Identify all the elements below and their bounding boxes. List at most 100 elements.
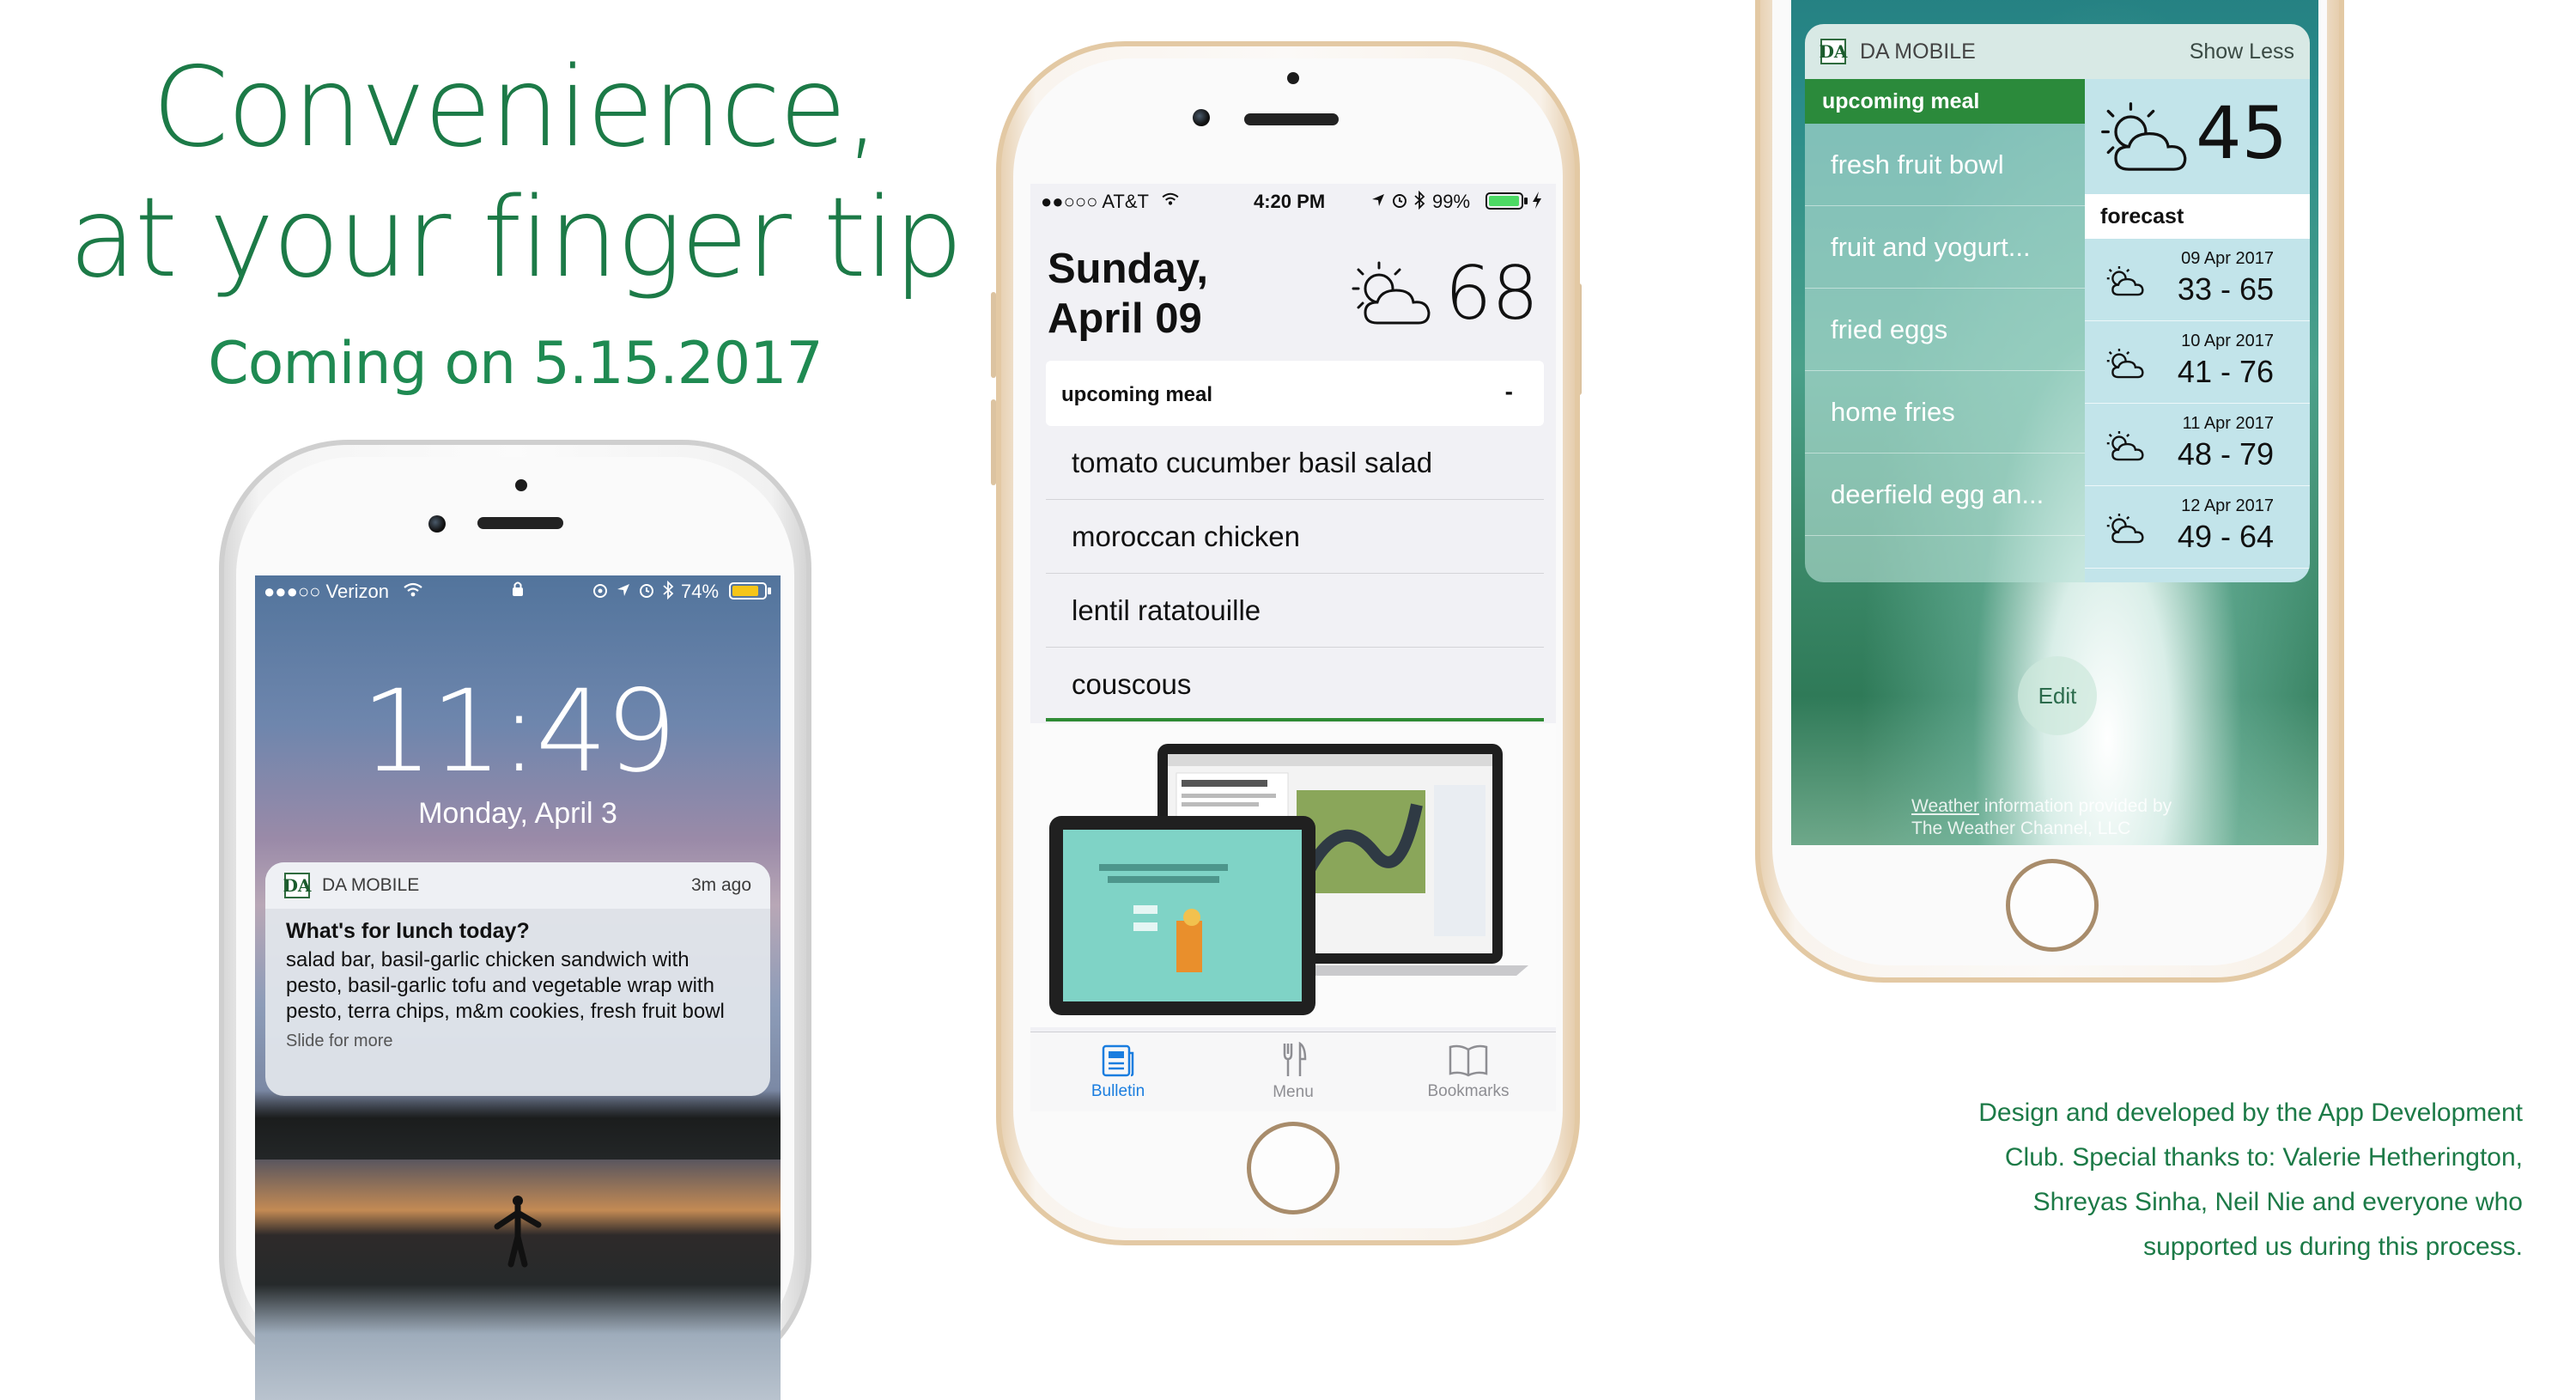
weather-link[interactable]: Weather bbox=[1911, 796, 1979, 816]
slide-for-more-hint: Slide for more bbox=[286, 1032, 393, 1050]
carrier-label: ●●○○○ AT&T bbox=[1041, 191, 1149, 212]
date-day: April 09 bbox=[1048, 295, 1202, 342]
lockscreen-screen: ●●●○○ Verizon 74% 11:49 Monday, April 3 … bbox=[255, 575, 781, 1400]
meal-list: tomato cucumber basil salad moroccan chi… bbox=[1046, 426, 1544, 721]
list-item[interactable]: tomato cucumber basil salad bbox=[1046, 426, 1544, 500]
phone-lockscreen: ●●●○○ Verizon 74% 11:49 Monday, April 3 … bbox=[219, 440, 811, 1400]
launch-date: Coming on 5.15.2017 bbox=[208, 330, 823, 398]
notification-body: salad bar, basil-garlic chicken sandwich… bbox=[286, 948, 725, 1023]
front-camera-icon bbox=[515, 479, 527, 491]
status-bar: ●●●○○ Verizon 74% bbox=[255, 575, 781, 610]
battery-icon bbox=[1485, 192, 1528, 210]
tab-bulletin-label: Bulletin bbox=[1091, 1082, 1145, 1100]
location-icon bbox=[1372, 194, 1384, 206]
weather-credit: Weather information provided by The Weat… bbox=[1911, 795, 2172, 840]
current-temperature: 68 bbox=[1444, 251, 1539, 337]
tab-bar: Bulletin Menu Bookmarks bbox=[1030, 1032, 1556, 1111]
upcoming-meal-label: upcoming meal bbox=[1061, 383, 1213, 406]
headline-line-2: at your finger tip bbox=[69, 174, 963, 302]
bulletin-icon bbox=[1102, 1044, 1134, 1077]
da-mobile-widget: DA DA MOBILE Show Less upcoming meal fre… bbox=[1805, 24, 2310, 582]
battery-percent: 74% bbox=[681, 581, 720, 602]
headline: Convenience, at your finger tip Coming o… bbox=[52, 43, 979, 398]
notification-app-name: DA MOBILE bbox=[322, 875, 420, 895]
date-weekday: Sunday, bbox=[1048, 246, 1208, 292]
collapse-button[interactable]: - bbox=[1505, 378, 1513, 405]
carrier-label: ●●●○○ Verizon bbox=[264, 581, 389, 602]
list-item[interactable]: fruit and yogurt... bbox=[1805, 206, 2085, 289]
tab-menu[interactable]: Menu bbox=[1206, 1032, 1381, 1111]
list-item[interactable]: fried eggs bbox=[1805, 289, 2085, 371]
widget-upcoming-meal-label: upcoming meal bbox=[1805, 79, 2085, 124]
list-item[interactable]: deerfield egg an... bbox=[1805, 453, 2085, 536]
widget-app-name: DA MOBILE bbox=[1860, 39, 1976, 64]
partly-cloudy-icon bbox=[2106, 513, 2144, 544]
partly-cloudy-icon bbox=[2106, 265, 2144, 296]
front-camera-icon bbox=[1287, 72, 1299, 84]
charging-icon bbox=[1533, 192, 1541, 209]
tab-bookmarks-label: Bookmarks bbox=[1427, 1082, 1510, 1100]
partly-cloudy-icon bbox=[1352, 261, 1431, 325]
list-item[interactable]: home fries bbox=[1805, 371, 2085, 453]
battery-percent: 99% bbox=[1432, 191, 1471, 212]
lunch-notification[interactable]: DA DA MOBILE 3m ago What's for lunch tod… bbox=[265, 862, 770, 1096]
tab-bulletin[interactable]: Bulletin bbox=[1030, 1032, 1206, 1111]
status-time: 4:20 PM bbox=[1254, 191, 1326, 212]
weather-credit-line-1: information provided by bbox=[1979, 796, 2172, 816]
widget-weather-panel: 45 forecast 09 Apr 2017 33 - 65 10 Apr 2… bbox=[2085, 79, 2310, 582]
status-bar: ●●○○○ AT&T 4:20 PM 99% bbox=[1030, 184, 1556, 216]
forecast-date: 12 Apr 2017 bbox=[2181, 496, 2274, 515]
notification-header: DA DA MOBILE 3m ago bbox=[265, 862, 770, 909]
bluetooth-icon bbox=[663, 581, 674, 600]
lock-date: Monday, April 3 bbox=[418, 797, 617, 830]
list-item[interactable]: fresh fruit bowl bbox=[1805, 124, 2085, 206]
bluetooth-icon bbox=[1414, 191, 1425, 210]
notification-title: What's for lunch today? bbox=[286, 919, 530, 943]
wifi-icon bbox=[404, 582, 422, 597]
date-heading: Sunday, April 09 bbox=[1048, 244, 1208, 344]
forecast-range: 49 - 64 bbox=[2177, 519, 2274, 554]
list-item[interactable]: couscous bbox=[1046, 648, 1544, 721]
upcoming-meal-header[interactable]: upcoming meal - bbox=[1046, 361, 1544, 426]
forecast-header: forecast bbox=[2085, 194, 2310, 239]
alarm-icon bbox=[640, 584, 653, 598]
lock-icon bbox=[513, 581, 523, 596]
devices-banner-image[interactable] bbox=[1030, 723, 1556, 1027]
partly-cloudy-icon bbox=[2106, 430, 2144, 461]
show-less-button[interactable]: Show Less bbox=[2190, 40, 2294, 64]
tab-bookmarks[interactable]: Bookmarks bbox=[1381, 1032, 1556, 1111]
forecast-date: 11 Apr 2017 bbox=[2182, 414, 2274, 433]
home-button[interactable] bbox=[1247, 1122, 1340, 1214]
da-mobile-logo-icon: DA bbox=[283, 873, 311, 898]
forecast-date: 09 Apr 2017 bbox=[2181, 249, 2274, 268]
notification-age: 3m ago bbox=[690, 875, 751, 895]
da-mobile-logo-icon: DA bbox=[1820, 39, 1847, 64]
list-item[interactable]: lentil ratatouille bbox=[1046, 574, 1544, 648]
edit-button[interactable]: Edit bbox=[2018, 656, 2097, 735]
weather-credit-line-2: The Weather Channel, LLC bbox=[1911, 819, 2131, 838]
camera-lens-icon bbox=[1193, 109, 1210, 126]
partly-cloudy-icon bbox=[2101, 102, 2187, 171]
wifi-icon bbox=[1162, 192, 1179, 205]
earpiece-speaker bbox=[1244, 113, 1339, 125]
app-screen: ●●○○○ AT&T 4:20 PM 99% Sunday, April 09 … bbox=[1030, 184, 1556, 1111]
forecast-row: 11 Apr 2017 48 - 79 bbox=[2085, 404, 2310, 486]
forecast-row: 09 Apr 2017 33 - 65 bbox=[2085, 239, 2310, 321]
phone-app: ●●○○○ AT&T 4:20 PM 99% Sunday, April 09 … bbox=[996, 41, 1580, 1245]
earpiece-speaker bbox=[477, 517, 563, 529]
forecast-range: 41 - 76 bbox=[2177, 354, 2274, 389]
alarm-icon bbox=[1393, 194, 1406, 208]
forecast-date: 10 Apr 2017 bbox=[2181, 332, 2274, 350]
home-button[interactable] bbox=[2006, 859, 2099, 952]
lock-time: 11:49 bbox=[361, 666, 677, 798]
forecast-range: 33 - 65 bbox=[2177, 271, 2274, 307]
location-icon bbox=[617, 584, 629, 596]
widget-screen: DA DA MOBILE Show Less upcoming meal fre… bbox=[1791, 0, 2318, 845]
forecast-row: 12 Apr 2017 49 - 64 bbox=[2085, 486, 2310, 569]
rotation-lock-icon bbox=[593, 584, 607, 598]
list-item[interactable]: moroccan chicken bbox=[1046, 500, 1544, 574]
book-icon bbox=[1449, 1044, 1488, 1077]
camera-lens-icon bbox=[428, 515, 446, 533]
fork-knife-icon bbox=[1283, 1042, 1307, 1076]
credits-text: Design and developed by the App Developm… bbox=[1978, 1099, 2523, 1261]
